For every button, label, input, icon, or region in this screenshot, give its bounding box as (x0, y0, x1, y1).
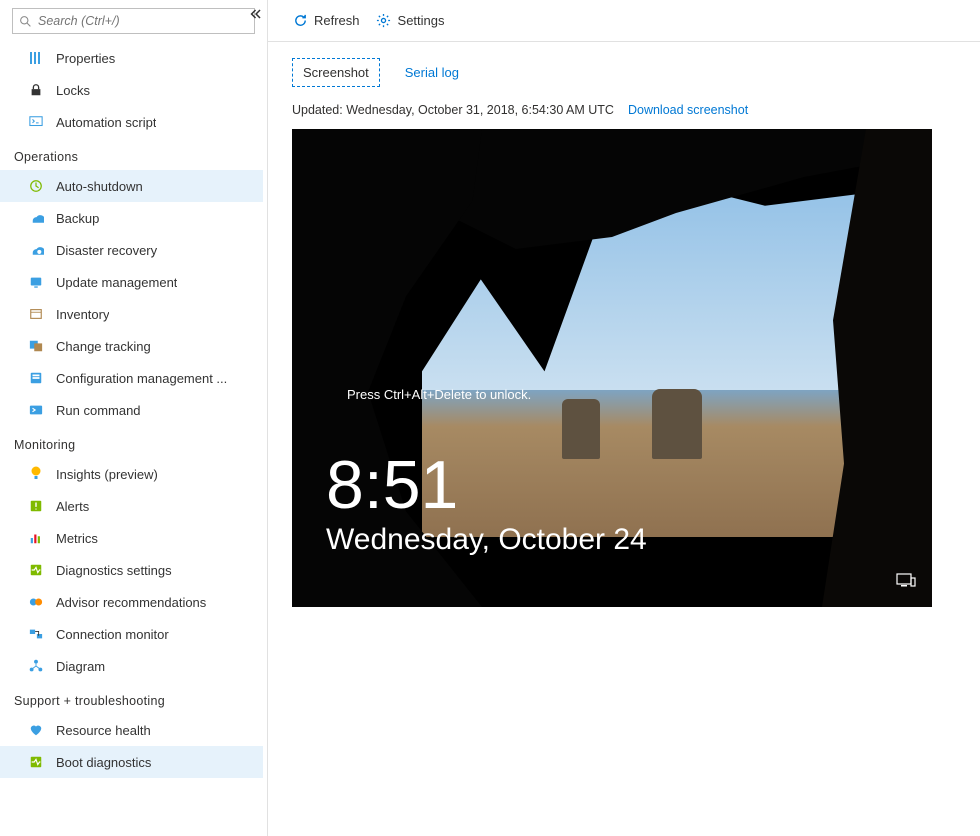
refresh-icon (292, 13, 308, 29)
nav-item-configuration-management[interactable]: Configuration management ... (0, 362, 263, 394)
nav-item-update-management[interactable]: Update management (0, 266, 263, 298)
collapse-sidebar-button[interactable] (245, 4, 265, 24)
toolbar: Refresh Settings (268, 0, 980, 42)
refresh-button[interactable]: Refresh (292, 13, 360, 29)
nav-menu[interactable]: Properties Locks Automation script Opera… (0, 42, 267, 836)
tab-screenshot[interactable]: Screenshot (292, 58, 380, 87)
nav-item-properties[interactable]: Properties (0, 42, 263, 74)
diagram-icon (28, 658, 44, 674)
nav-item-locks[interactable]: Locks (0, 74, 263, 106)
nav-item-boot-diagnostics[interactable]: Boot diagnostics (0, 746, 263, 778)
config-icon (28, 370, 44, 386)
nav-label: Change tracking (56, 339, 151, 354)
lockscreen-hint: Press Ctrl+Alt+Delete to unlock. (347, 387, 531, 402)
scene-rock (562, 399, 600, 459)
nav-label: Locks (56, 83, 90, 98)
nav-item-diagram[interactable]: Diagram (0, 650, 263, 682)
nav-item-connection-monitor[interactable]: Connection monitor (0, 618, 263, 650)
nav-label: Configuration management ... (56, 371, 227, 386)
section-header-support: Support + troubleshooting (0, 682, 263, 714)
nav-label: Automation script (56, 115, 156, 130)
clock-icon (28, 178, 44, 194)
nav-label: Properties (56, 51, 115, 66)
nav-label: Connection monitor (56, 627, 169, 642)
nav-item-insights[interactable]: Insights (preview) (0, 458, 263, 490)
nav-item-backup[interactable]: Backup (0, 202, 263, 234)
nav-item-metrics[interactable]: Metrics (0, 522, 263, 554)
tabs: Screenshot Serial log (292, 58, 956, 87)
nav-label: Disaster recovery (56, 243, 157, 258)
settings-button[interactable]: Settings (376, 13, 445, 29)
conn-icon (28, 626, 44, 642)
insights-icon (28, 466, 44, 482)
nav-item-advisor-recommendations[interactable]: Advisor recommendations (0, 586, 263, 618)
section-header-operations: Operations (0, 138, 263, 170)
recovery-icon (28, 242, 44, 258)
chevron-double-left-icon (249, 8, 261, 20)
nav-item-diagnostics-settings[interactable]: Diagnostics settings (0, 554, 263, 586)
nav-item-change-tracking[interactable]: Change tracking (0, 330, 263, 362)
search-icon (19, 15, 32, 28)
search-input-wrap[interactable] (12, 8, 255, 34)
bootdiag-icon (28, 754, 44, 770)
lock-icon (28, 82, 44, 98)
nav-item-disaster-recovery[interactable]: Disaster recovery (0, 234, 263, 266)
sidebar: Properties Locks Automation script Opera… (0, 0, 268, 836)
nav-item-alerts[interactable]: Alerts (0, 490, 263, 522)
diag-icon (28, 562, 44, 578)
nav-item-automation-script[interactable]: Automation script (0, 106, 263, 138)
script-icon (28, 114, 44, 130)
change-icon (28, 338, 44, 354)
nav-label: Diagnostics settings (56, 563, 172, 578)
nav-label: Alerts (56, 499, 89, 514)
nav-label: Boot diagnostics (56, 755, 151, 770)
scene-rock (652, 389, 702, 459)
nav-label: Resource health (56, 723, 151, 738)
search-input[interactable] (38, 14, 248, 28)
main-content: Refresh Settings Screenshot Serial log U… (268, 0, 980, 836)
update-icon (28, 274, 44, 290)
updated-text: Updated: Wednesday, October 31, 2018, 6:… (292, 103, 614, 117)
nav-item-run-command[interactable]: Run command (0, 394, 263, 426)
network-icon (896, 572, 916, 591)
lockscreen-date: Wednesday, October 24 (326, 523, 647, 557)
tab-serial-log[interactable]: Serial log (394, 58, 470, 87)
section-header-monitoring: Monitoring (0, 426, 263, 458)
updated-row: Updated: Wednesday, October 31, 2018, 6:… (292, 103, 956, 117)
nav-label: Metrics (56, 531, 98, 546)
download-screenshot-link[interactable]: Download screenshot (628, 103, 748, 117)
nav-label: Update management (56, 275, 177, 290)
nav-label: Inventory (56, 307, 109, 322)
refresh-label: Refresh (314, 13, 360, 28)
vm-screenshot: Press Ctrl+Alt+Delete to unlock. 8:51 We… (292, 129, 932, 607)
nav-label: Insights (preview) (56, 467, 158, 482)
runcmd-icon (28, 402, 44, 418)
nav-label: Diagram (56, 659, 105, 674)
nav-item-auto-shutdown[interactable]: Auto-shutdown (0, 170, 263, 202)
settings-label: Settings (398, 13, 445, 28)
nav-item-resource-health[interactable]: Resource health (0, 714, 263, 746)
nav-label: Auto-shutdown (56, 179, 143, 194)
properties-icon (28, 50, 44, 66)
nav-item-inventory[interactable]: Inventory (0, 298, 263, 330)
metrics-icon (28, 530, 44, 546)
health-icon (28, 722, 44, 738)
nav-label: Backup (56, 211, 99, 226)
nav-label: Run command (56, 403, 141, 418)
alerts-icon (28, 498, 44, 514)
gear-icon (376, 13, 392, 29)
nav-label: Advisor recommendations (56, 595, 206, 610)
inventory-icon (28, 306, 44, 322)
backup-icon (28, 210, 44, 226)
advisor-icon (28, 594, 44, 610)
lockscreen-time: 8:51 (326, 451, 647, 519)
